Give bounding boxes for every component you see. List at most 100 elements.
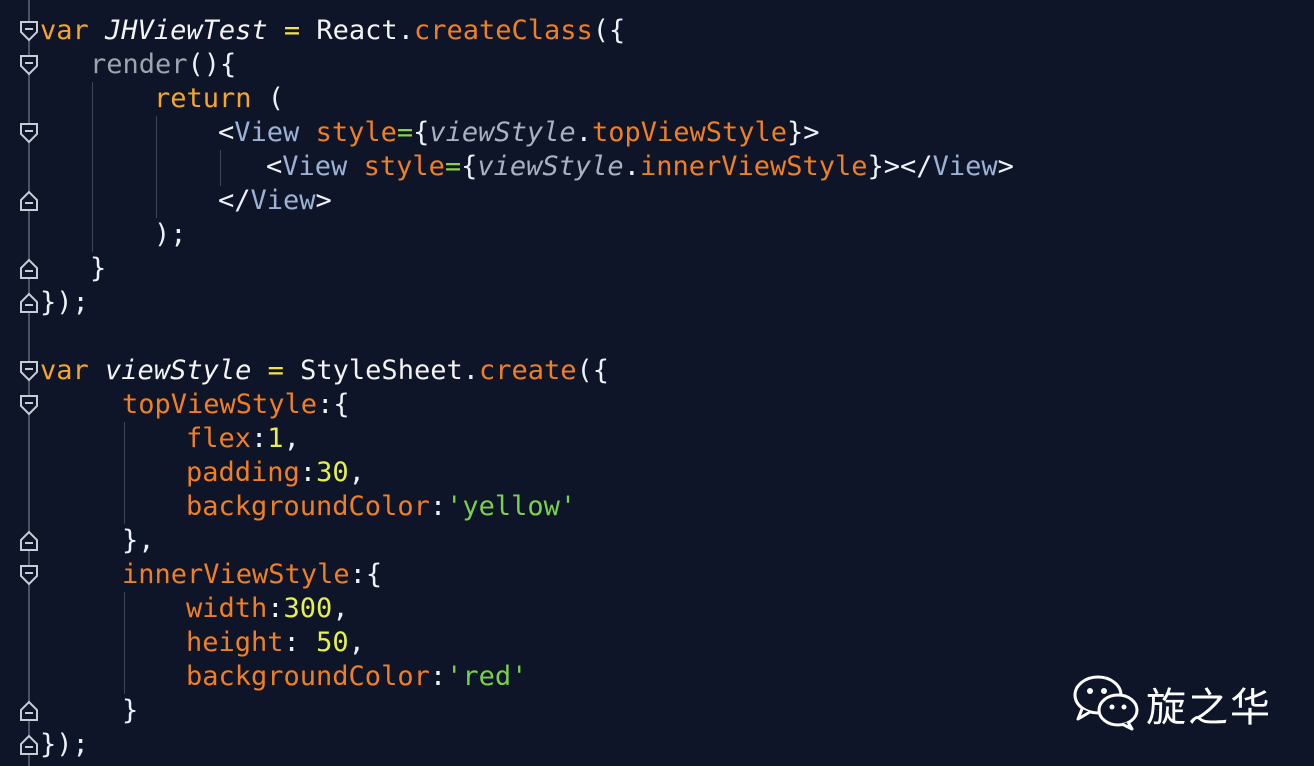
- token-property: padding: [186, 457, 300, 488]
- code-line-6[interactable]: </View>: [218, 184, 332, 218]
- token-keyword: var: [40, 355, 89, 386]
- fold-close-icon[interactable]: [19, 734, 39, 756]
- token-object: StyleSheet: [300, 355, 463, 386]
- token-punctuation: :{: [317, 389, 350, 420]
- fold-open-icon[interactable]: [19, 122, 39, 144]
- token-tag: View: [282, 151, 348, 182]
- token-punctuation: ,: [348, 457, 365, 488]
- token-punctuation: </: [218, 185, 251, 216]
- token-punctuation: :: [429, 661, 447, 692]
- token-punctuation: }: [122, 695, 139, 726]
- token-operator: =: [444, 151, 462, 182]
- code-line-12[interactable]: flex:1,: [186, 422, 300, 456]
- token-punctuation: {: [461, 151, 478, 182]
- wechat-icon: [1073, 675, 1139, 731]
- code-line-19[interactable]: backgroundColor:'red': [186, 660, 527, 694]
- token-operator: =: [267, 355, 284, 386]
- code-line-21[interactable]: });: [40, 728, 89, 762]
- token-tag: View: [932, 151, 998, 182]
- code-line-9[interactable]: });: [40, 286, 89, 320]
- code-line-7[interactable]: );: [154, 218, 187, 252]
- token-property: backgroundColor: [186, 661, 430, 692]
- token-attribute: style: [315, 117, 397, 148]
- code-line-20[interactable]: }: [122, 694, 138, 728]
- fold-open-icon[interactable]: [19, 54, 39, 76]
- token-property: topViewStyle: [591, 117, 788, 148]
- token-keyword: return: [154, 83, 252, 114]
- token-property: innerViewStyle: [639, 151, 868, 182]
- token-punctuation: (: [251, 83, 285, 114]
- token-punctuation: >: [315, 185, 332, 216]
- token-punctuation: :: [299, 457, 317, 488]
- token-string: 'yellow': [446, 491, 577, 522]
- token-property: flex: [186, 423, 252, 454]
- token-punctuation: }>: [787, 117, 820, 148]
- code-line-10[interactable]: var viewStyle = StyleSheet.create({: [40, 354, 609, 388]
- watermark: 旋之华: [1072, 673, 1282, 733]
- code-line-13[interactable]: padding:30,: [186, 456, 365, 490]
- fold-gutter: [0, 0, 40, 766]
- token-number: 1: [267, 423, 284, 454]
- token-punctuation: <: [266, 151, 283, 182]
- token-method: createClass: [413, 15, 593, 46]
- token-object: React: [316, 15, 398, 46]
- code-line-3[interactable]: return (: [154, 82, 284, 116]
- token-tag: View: [250, 185, 316, 216]
- token-method: create: [478, 355, 577, 386]
- token-punctuation: });: [40, 729, 89, 760]
- code-line-18[interactable]: height: 50,: [186, 626, 365, 660]
- token-property: innerViewStyle: [122, 559, 350, 590]
- token-string: 'red': [446, 661, 528, 692]
- token-variable: viewStyle: [477, 151, 624, 182]
- token-number: 300: [283, 593, 333, 624]
- token-punctuation: :{: [349, 559, 383, 590]
- token-punctuation: },: [122, 525, 155, 556]
- indent-guide: [124, 422, 125, 524]
- fold-open-icon[interactable]: [19, 360, 39, 382]
- token-punctuation: ,: [283, 423, 300, 454]
- fold-close-icon[interactable]: [19, 292, 39, 314]
- fold-close-icon[interactable]: [19, 700, 39, 722]
- code-editor[interactable]: var JHViewTest = React.createClass({ ren…: [0, 0, 1314, 766]
- token-punctuation: :: [267, 593, 284, 624]
- fold-close-icon[interactable]: [19, 190, 39, 212]
- token-punctuation: });: [40, 287, 89, 318]
- token-punctuation: ({: [576, 355, 610, 386]
- token-property: height: [186, 627, 284, 658]
- token-number: 30: [316, 457, 349, 488]
- code-line-5[interactable]: <View style={viewStyle.innerViewStyle}><…: [266, 150, 1014, 184]
- token-attribute: style: [363, 151, 445, 182]
- fold-open-icon[interactable]: [19, 564, 39, 586]
- token-punctuation: .: [623, 151, 640, 182]
- token-punctuation: .: [575, 117, 592, 148]
- gutter-line: [28, 0, 30, 766]
- code-line-15[interactable]: },: [122, 524, 155, 558]
- code-line-4[interactable]: <View style={viewStyle.topViewStyle}>: [218, 116, 820, 150]
- fold-open-icon[interactable]: [19, 394, 39, 416]
- code-line-11[interactable]: topViewStyle:{: [122, 388, 350, 422]
- fold-close-icon[interactable]: [19, 258, 39, 280]
- token-punctuation: >: [997, 151, 1014, 182]
- token-punctuation: :: [251, 423, 268, 454]
- code-line-17[interactable]: width:300,: [186, 592, 349, 626]
- code-line-8[interactable]: }: [90, 252, 106, 286]
- token-method: render: [90, 49, 188, 80]
- fold-close-icon[interactable]: [19, 530, 39, 552]
- fold-open-icon[interactable]: [19, 20, 39, 42]
- code-line-2[interactable]: render(){: [90, 48, 236, 82]
- token-punctuation: :: [283, 627, 317, 658]
- token-punctuation: ({: [592, 15, 626, 46]
- code-line-1[interactable]: var JHViewTest = React.createClass({: [40, 14, 625, 48]
- code-line-16[interactable]: innerViewStyle:{: [122, 558, 382, 592]
- code-line-14[interactable]: backgroundColor:'yellow': [186, 490, 576, 524]
- token-punctuation: .: [397, 15, 414, 46]
- token-punctuation: );: [154, 219, 187, 250]
- watermark-label: 旋之华: [1146, 685, 1272, 731]
